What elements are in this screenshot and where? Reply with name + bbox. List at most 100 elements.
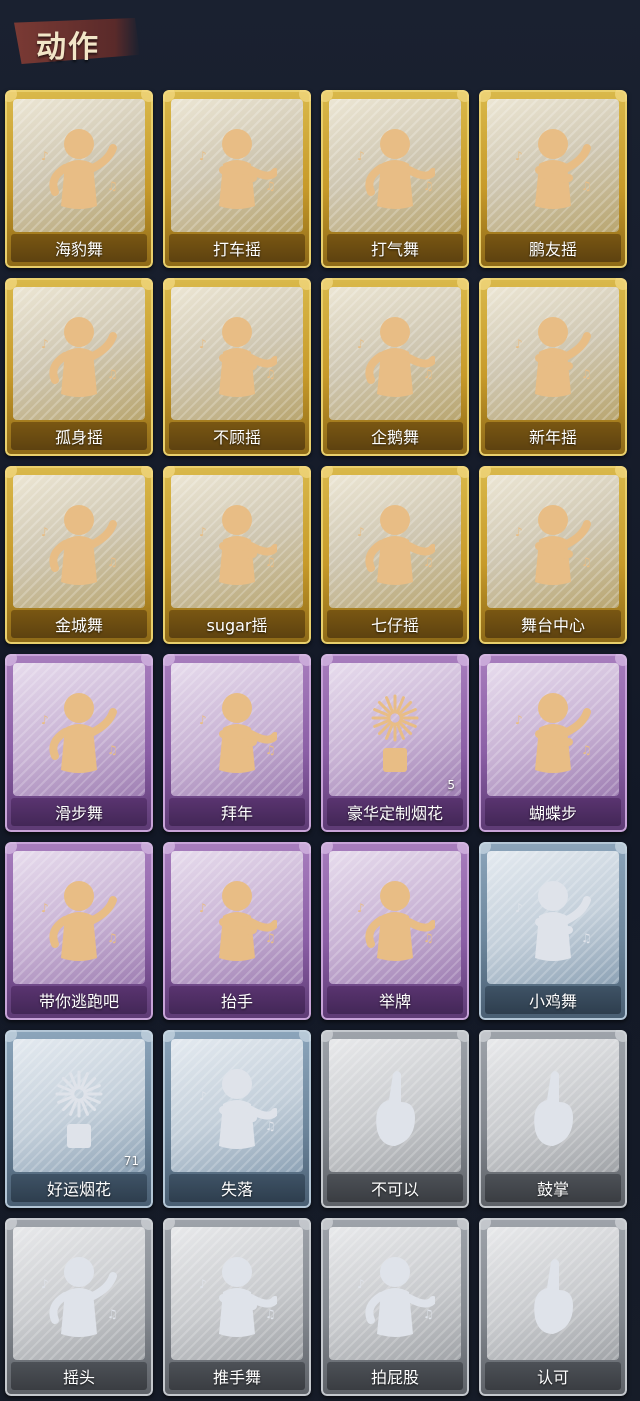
card-label-bar: 带你逃跑吧 [11,986,147,1014]
section-header: 动作 [6,6,146,76]
action-card[interactable]: 鼓掌 [479,1030,627,1208]
action-card[interactable]: ♪ ♫ 打气舞 [321,90,469,268]
action-label: 小鸡舞 [528,992,577,1011]
action-card[interactable]: ♪ ♫ 拜年 [163,654,311,832]
svg-text:♪: ♪ [199,149,207,163]
svg-text:♫: ♫ [581,367,592,381]
action-card[interactable]: ♪ ♫ 鹏友摇 [479,90,627,268]
action-card[interactable]: ♪ ♫ 带你逃跑吧 [5,842,153,1020]
lucky-fireworks-icon [55,1070,103,1148]
svg-text:♫: ♫ [423,555,434,569]
action-label: 豪华定制烟花 [346,804,443,823]
raise-hand-figure-icon: ♪♫ [199,881,277,961]
action-card[interactable]: ♪ ♫ 孤身摇 [5,278,153,456]
action-label: 摇头 [62,1368,95,1387]
action-card[interactable]: ♪ ♫ 滑步舞 [5,654,153,832]
chicken-dance-figure-icon: ♪♫ [515,881,592,961]
action-card[interactable]: ♪ ♫ 失落 [163,1030,311,1208]
action-grid: ♪ ♫ 海豹舞 ♪ ♫ 打车摇 ♪ ♫ 打气舞 ♪ ♫ 鹏友摇 ♪ ♫ 孤身摇 ♪ ♫ 不顾摇 ♪ ♫ 企鹅舞 ♪ ♫ 新年摇… [5,90,635,1396]
taxi-sway-figure-icon: ♪♫ [199,129,277,209]
svg-text:♪: ♪ [41,901,49,915]
hold-sign-figure-icon: ♪♫ [357,881,435,961]
svg-text:♫: ♫ [265,931,276,945]
action-card[interactable]: ♪ ♫ 企鹅舞 [321,278,469,456]
action-card[interactable]: ♪ ♫ 七仔摇 [321,466,469,644]
action-card[interactable]: ♪ ♫ 舞台中心 [479,466,627,644]
svg-text:♫: ♫ [581,931,592,945]
action-card[interactable]: ♪ ♫ 举牌 [321,842,469,1020]
svg-text:♪: ♪ [515,337,523,351]
actions-screen: 动作 ♪ ♫ 海豹舞 ♪ ♫ 打车摇 ♪ ♫ 打气舞 ♪ ♫ 鹏友摇 ♪ ♫ 孤身摇 ♪ ♫ 不顾摇 ♪ ♫ 企鹅舞 ♪ ♫… [0,0,640,1401]
action-card[interactable]: ♪ ♫ 小鸡舞 [479,842,627,1020]
slide-dance-figure-icon: ♪♫ [41,693,118,773]
action-card[interactable]: ♪ ♫ 蝴蝶步 [479,654,627,832]
action-label: 举牌 [378,992,411,1011]
action-label: 打车摇 [212,240,261,259]
action-card[interactable]: ♪ ♫ 推手舞 [163,1218,311,1396]
svg-text:♪: ♪ [515,149,523,163]
action-card[interactable]: 71 好运烟花 [5,1030,153,1208]
run-away-figure-icon: ♪♫ [41,881,118,961]
action-card[interactable]: ♪ ♫ 金城舞 [5,466,153,644]
action-card[interactable]: ♪ ♫ 抬手 [163,842,311,1020]
card-label-bar: 鹏友摇 [485,234,621,262]
svg-text:♫: ♫ [423,179,434,193]
action-card[interactable]: ♪ ♫ 拍屁股 [321,1218,469,1396]
svg-text:♫: ♫ [107,931,118,945]
action-label: 滑步舞 [54,804,103,823]
action-card[interactable]: 5 豪华定制烟花 [321,654,469,832]
card-label-bar: 孤身摇 [11,422,147,450]
card-label-bar: 不顾摇 [169,422,305,450]
svg-text:♫: ♫ [265,367,276,381]
deluxe-fireworks-icon [371,694,419,772]
card-label-bar: 舞台中心 [485,610,621,638]
svg-text:♫: ♫ [581,555,592,569]
card-label-bar: 豪华定制烟花 [327,798,463,826]
action-card[interactable]: ♪ ♫ 打车摇 [163,90,311,268]
action-card[interactable]: ♪ ♫ 不顾摇 [163,278,311,456]
solo-sway-figure-icon: ♪♫ [41,317,118,397]
action-label: 失落 [220,1180,253,1199]
svg-text:♫: ♫ [423,367,434,381]
action-card[interactable]: 认可 [479,1218,627,1396]
svg-text:♪: ♪ [357,337,365,351]
card-label-bar: 海豹舞 [11,234,147,262]
svg-text:♫: ♫ [265,1307,276,1321]
stage-center-figure-icon: ♪♫ [515,505,592,585]
card-label-bar: 抬手 [169,986,305,1014]
thumbs-up-hand-icon [534,1259,573,1334]
svg-text:♪: ♪ [199,1089,207,1103]
svg-text:♪: ♪ [41,337,49,351]
action-label: 七仔摇 [370,616,419,635]
card-label-bar: 小鸡舞 [485,986,621,1014]
card-label-bar: 鼓掌 [485,1174,621,1202]
action-card[interactable]: 不可以 [321,1030,469,1208]
svg-text:♫: ♫ [423,931,434,945]
penguin-dance-figure-icon: ♪♫ [357,317,435,397]
action-label: 打气舞 [370,240,419,259]
action-card[interactable]: ♪ ♫ 摇头 [5,1218,153,1396]
action-card[interactable]: ♪ ♫ sugar摇 [163,466,311,644]
action-label: 带你逃跑吧 [38,992,119,1011]
action-label: 推手舞 [212,1368,261,1387]
action-label: 不顾摇 [212,428,261,447]
svg-text:♫: ♫ [581,179,592,193]
section-title: 动作 [36,30,100,65]
action-card[interactable]: ♪ ♫ 海豹舞 [5,90,153,268]
action-label: sugar摇 [206,616,268,635]
sugar-sway-figure-icon: ♪♫ [199,505,277,585]
action-label: 舞台中心 [520,616,585,635]
card-label-bar: 七仔摇 [327,610,463,638]
action-label: 不可以 [370,1180,419,1199]
svg-text:♪: ♪ [199,1277,207,1291]
card-label-bar: 好运烟花 [11,1174,147,1202]
action-label: 金城舞 [54,616,103,635]
svg-text:♫: ♫ [265,743,276,757]
svg-text:♪: ♪ [357,1277,365,1291]
card-label-bar: 不可以 [327,1174,463,1202]
card-label-bar: 企鹅舞 [327,422,463,450]
action-card[interactable]: ♪ ♫ 新年摇 [479,278,627,456]
slap-butt-figure-icon: ♪♫ [357,1257,435,1337]
card-label-bar: 新年摇 [485,422,621,450]
butterfly-step-figure-icon: ♪♫ [515,693,592,773]
